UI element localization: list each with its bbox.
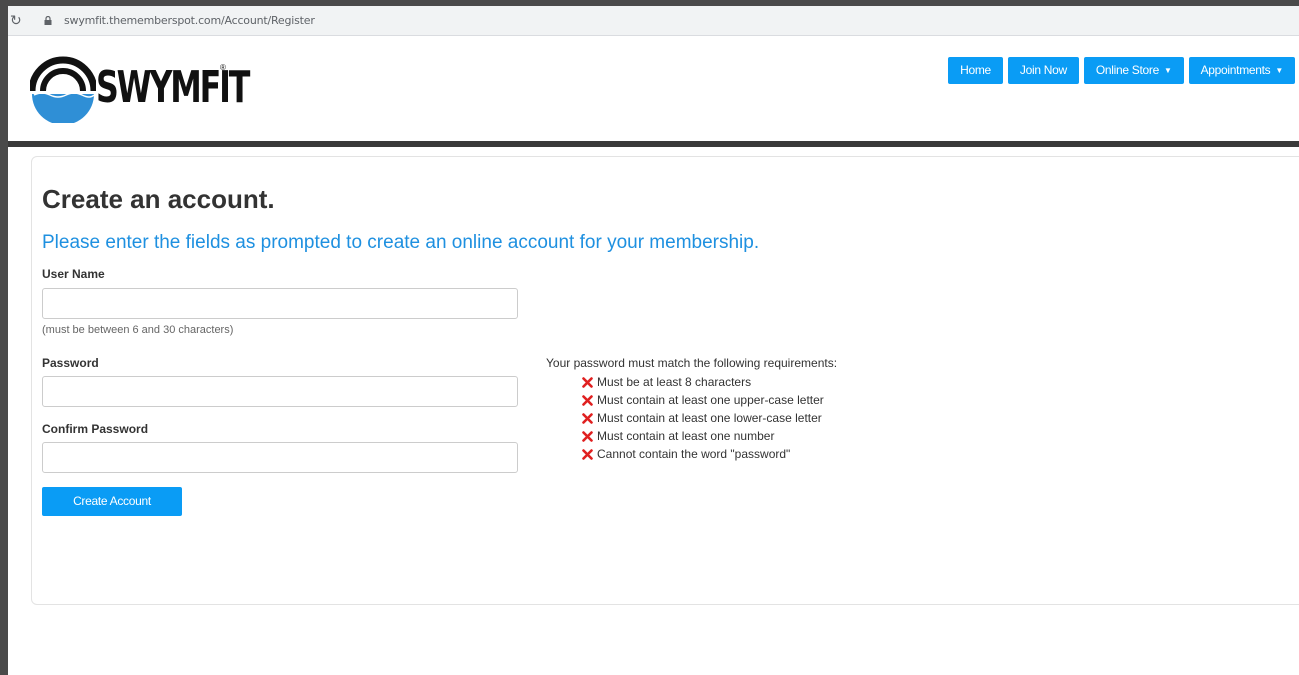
page-title: Create an account. xyxy=(42,184,275,214)
confirm-password-label: Confirm Password xyxy=(42,422,149,436)
nav-home-label: Home xyxy=(960,63,991,77)
x-icon xyxy=(582,394,593,406)
reload-icon[interactable]: ↻ xyxy=(10,12,22,28)
create-account-label: Create Account xyxy=(73,494,151,508)
confirm-password-input[interactable] xyxy=(42,442,518,473)
requirement-item: Must contain at least one lower-case let… xyxy=(582,409,824,427)
site-header: SWYMFIT ® Home Join Now Online Store ▼ Ap… xyxy=(8,37,1299,141)
logo-mark-icon xyxy=(30,56,96,123)
requirement-item: Must contain at least one upper-case let… xyxy=(582,391,824,409)
create-account-button[interactable]: Create Account xyxy=(42,487,182,516)
requirement-text: Must contain at least one number xyxy=(597,429,775,443)
requirement-item: Cannot contain the word "password" xyxy=(582,445,824,463)
caret-down-icon: ▼ xyxy=(1275,66,1283,76)
nav-online-store-dropdown[interactable]: Online Store ▼ xyxy=(1083,57,1184,84)
x-icon xyxy=(582,448,593,460)
password-label: Password xyxy=(42,356,99,370)
browser-address-bar: ↻ swymfit.thememberspot.com/Account/Regi… xyxy=(8,6,1299,36)
nav-join-now-label: Join Now xyxy=(1019,63,1067,77)
lock-icon xyxy=(44,16,52,25)
requirement-item: Must be at least 8 characters xyxy=(582,373,824,391)
nav-appointments-label: Appointments xyxy=(1200,63,1271,77)
x-icon xyxy=(582,412,593,424)
nav-join-now-button[interactable]: Join Now xyxy=(1007,57,1079,84)
requirement-text: Must contain at least one lower-case let… xyxy=(597,411,822,425)
username-hint: (must be between 6 and 30 characters) xyxy=(42,324,234,336)
caret-down-icon: ▼ xyxy=(1163,66,1172,76)
nav-home-button[interactable]: Home xyxy=(948,57,1003,84)
password-input[interactable] xyxy=(42,376,518,407)
header-divider xyxy=(8,141,1299,147)
requirement-item: Must contain at least one number xyxy=(582,427,824,445)
nav-appointments-dropdown[interactable]: Appointments ▼ xyxy=(1188,57,1295,84)
username-label: User Name xyxy=(42,267,105,281)
requirement-text: Cannot contain the word "password" xyxy=(597,447,791,461)
username-input[interactable] xyxy=(42,288,518,319)
main-nav: Home Join Now Online Store ▼ Appointments… xyxy=(948,57,1295,84)
window-frame-left xyxy=(0,0,8,675)
nav-online-store-label: Online Store xyxy=(1095,63,1159,77)
swymfit-logo[interactable]: SWYMFIT ® xyxy=(30,51,250,123)
requirement-text: Must be at least 8 characters xyxy=(597,375,752,389)
password-requirements-title: Your password must match the following r… xyxy=(546,356,838,370)
password-requirements-list: Must be at least 8 characters Must conta… xyxy=(582,373,824,463)
url-text[interactable]: swymfit.thememberspot.com/Account/Regist… xyxy=(64,14,315,27)
x-icon xyxy=(582,376,593,388)
requirement-text: Must contain at least one upper-case let… xyxy=(597,393,824,407)
registered-mark: ® xyxy=(220,63,226,72)
x-icon xyxy=(582,430,593,442)
page-subtitle: Please enter the fields as prompted to c… xyxy=(42,232,760,253)
